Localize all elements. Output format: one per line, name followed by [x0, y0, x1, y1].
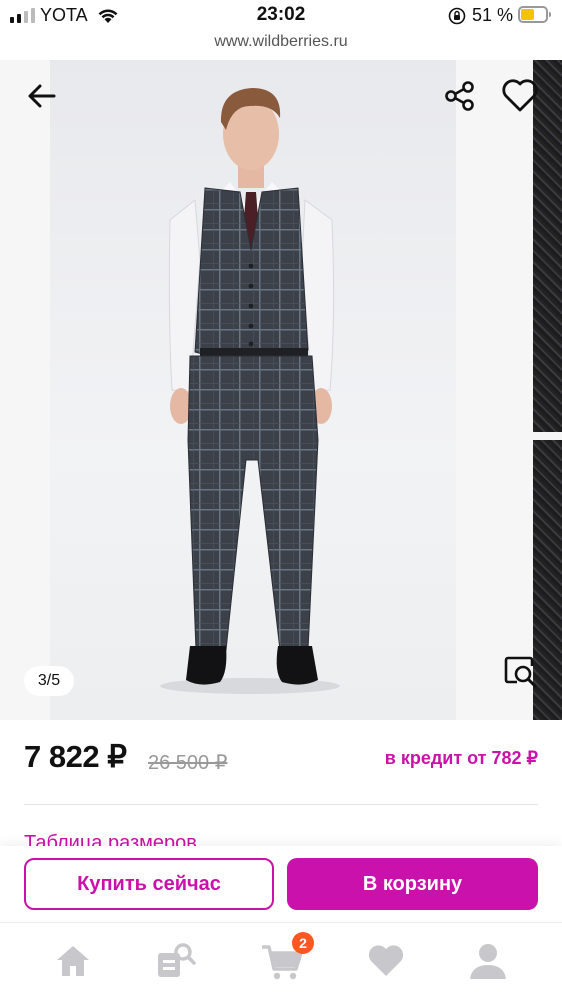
buy-now-button[interactable]: Купить сейчас	[24, 858, 274, 910]
cart-badge: 2	[292, 932, 314, 954]
old-price: 26 500 ₽	[148, 752, 228, 774]
heart-icon	[368, 945, 404, 976]
product-gallery[interactable]: 3/5	[0, 60, 562, 720]
browser-url[interactable]: www.wildberries.ru	[0, 33, 562, 51]
catalog-search-icon	[158, 943, 196, 977]
tab-favorites[interactable]	[364, 939, 408, 983]
battery-percent: 51 %	[472, 5, 514, 25]
tab-catalog[interactable]	[154, 939, 198, 983]
arrow-left-icon[interactable]	[24, 78, 60, 114]
zoom-search-icon[interactable]	[502, 654, 540, 690]
status-bar: YOTA 23:02 51 % www.wildberries.ru	[0, 0, 562, 50]
add-to-cart-button[interactable]: В корзину	[287, 858, 538, 910]
battery-icon	[518, 6, 551, 23]
home-icon	[57, 946, 89, 976]
next-photo-preview[interactable]	[533, 60, 562, 720]
bottom-tab-bar: 2	[0, 922, 562, 1001]
divider	[24, 804, 538, 805]
user-icon	[470, 944, 506, 979]
rotation-lock-icon	[448, 7, 466, 25]
tab-profile[interactable]	[466, 939, 510, 983]
tab-home[interactable]	[51, 939, 95, 983]
credit-offer-link[interactable]: в кредит от 782 ₽	[385, 748, 538, 769]
product-price: 7 822 ₽	[24, 739, 127, 774]
product-photo-illustration	[160, 88, 340, 694]
heart-icon[interactable]	[500, 76, 540, 114]
share-icon[interactable]	[442, 78, 478, 114]
product-photo[interactable]	[50, 60, 456, 720]
purchase-action-bar: Купить сейчас В корзину	[0, 846, 562, 922]
gallery-counter: 3/5	[24, 666, 74, 696]
